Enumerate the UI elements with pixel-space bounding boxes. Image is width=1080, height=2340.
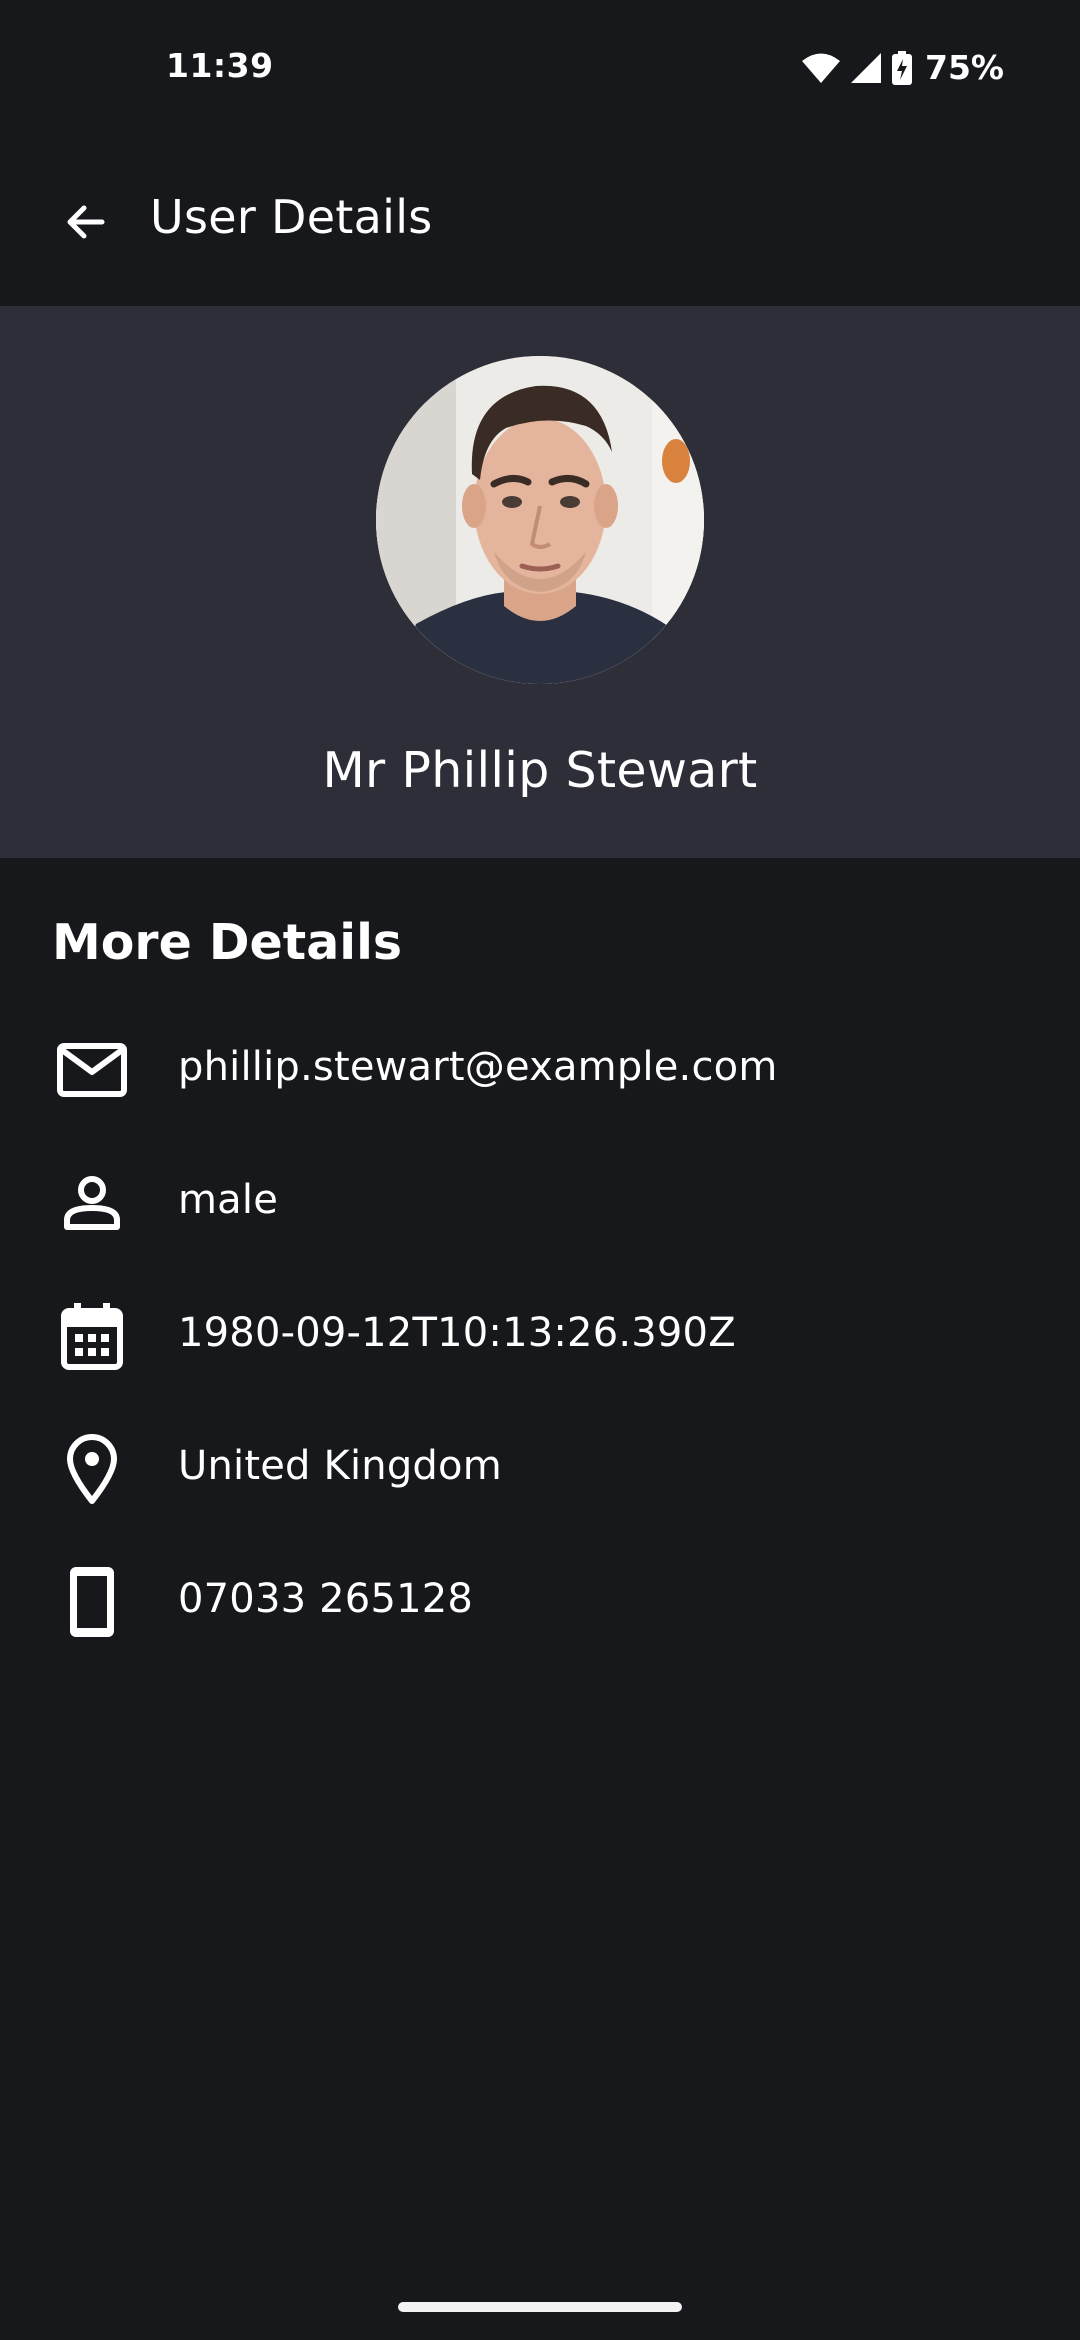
avatar [376,356,704,684]
detail-row-gender: male [0,1141,1080,1274]
detail-location-value: United Kingdom [178,1443,502,1489]
user-details-screen: 11:39 75% User Details Mr Phillip Stewar… [0,0,1080,2340]
page-title: User Details [150,190,433,244]
profile-header: Mr Phillip Stewart [0,306,1080,858]
profile-name: Mr Phillip Stewart [322,742,758,799]
detail-row-email: phillip.stewart@example.com [0,1008,1080,1141]
status-time: 11:39 [166,46,274,85]
wifi-icon [801,52,841,84]
app-bar: User Details [0,150,1080,292]
person-icon [52,1163,132,1243]
back-button[interactable] [44,182,128,266]
mail-icon [52,1030,132,1110]
status-icons: 75% [801,48,1004,87]
status-bar: 11:39 75% [0,0,1080,140]
detail-list: phillip.stewart@example.com male 1980-09… [0,1008,1080,1673]
detail-dob-value: 1980-09-12T10:13:26.390Z [178,1310,736,1356]
detail-gender-value: male [178,1177,278,1223]
detail-row-dob: 1980-09-12T10:13:26.390Z [0,1274,1080,1407]
cellular-signal-icon [849,52,883,84]
phone-icon [52,1562,132,1642]
detail-row-location: United Kingdom [0,1407,1080,1540]
detail-email-value: phillip.stewart@example.com [178,1044,778,1090]
calendar-icon [52,1296,132,1376]
arrow-back-icon [62,198,110,250]
detail-phone-value: 07033 265128 [178,1576,474,1622]
section-title: More Details [52,914,403,971]
battery-percentage: 75% [925,48,1004,87]
location-pin-icon [52,1429,132,1509]
detail-row-phone: 07033 265128 [0,1540,1080,1673]
battery-charging-icon [891,50,913,85]
gesture-nav-handle[interactable] [398,2302,682,2312]
